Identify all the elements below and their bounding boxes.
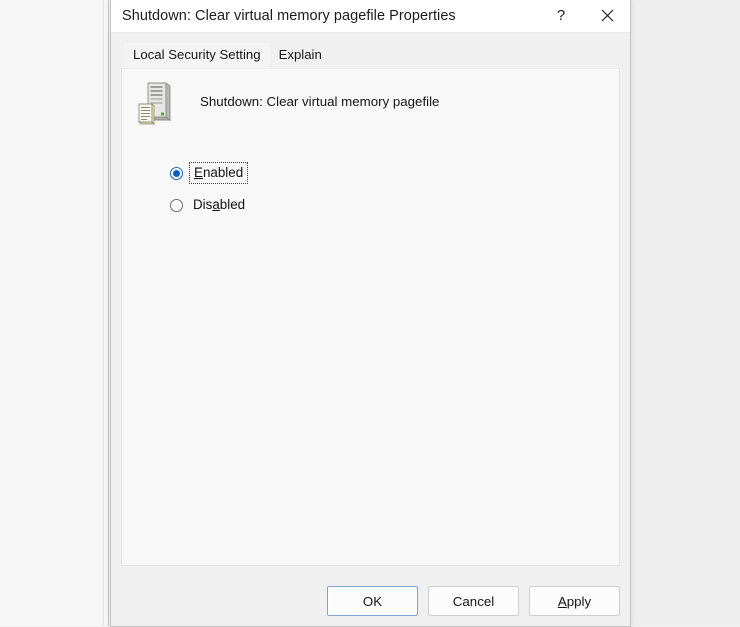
radio-indicator-disabled[interactable] (170, 198, 183, 212)
ok-button[interactable]: OK (327, 586, 418, 616)
apply-button[interactable]: Apply (529, 586, 620, 616)
policy-name-label: Shutdown: Clear virtual memory pagefile (200, 94, 440, 109)
radio-indicator-enabled[interactable] (170, 166, 183, 180)
radio-label-disabled[interactable]: Disabled (190, 196, 248, 214)
cancel-button[interactable]: Cancel (428, 586, 519, 616)
tab-panel-wrapper: Shutdown: Clear virtual memory pagefile … (111, 68, 630, 576)
dialog-titlebar: Shutdown: Clear virtual memory pagefile … (111, 0, 630, 33)
background-window-pane (0, 0, 112, 626)
server-policy-icon (136, 81, 176, 127)
background-divider-line (108, 0, 109, 626)
dialog-footer: OK Cancel Apply (111, 576, 630, 626)
background-divider-soft (103, 0, 104, 626)
policy-header: Shutdown: Clear virtual memory pagefile (122, 69, 619, 127)
dialog-title: Shutdown: Clear virtual memory pagefile … (122, 7, 456, 24)
properties-dialog: Shutdown: Clear virtual memory pagefile … (110, 0, 631, 627)
tab-local-security-setting[interactable]: Local Security Setting (124, 43, 270, 69)
close-icon[interactable] (584, 0, 630, 32)
local-security-setting-panel: Shutdown: Clear virtual memory pagefile … (121, 68, 620, 566)
radio-option-disabled[interactable]: Disabled (170, 193, 619, 217)
help-button[interactable]: ? (538, 0, 584, 32)
background-right-pane (632, 0, 740, 626)
setting-radio-group: Enabled Disabled (122, 161, 619, 217)
radio-option-enabled[interactable]: Enabled (170, 161, 619, 185)
radio-label-enabled[interactable]: Enabled (188, 162, 249, 184)
tab-strip: Local Security Setting Explain (111, 33, 630, 69)
tab-explain[interactable]: Explain (270, 43, 331, 69)
